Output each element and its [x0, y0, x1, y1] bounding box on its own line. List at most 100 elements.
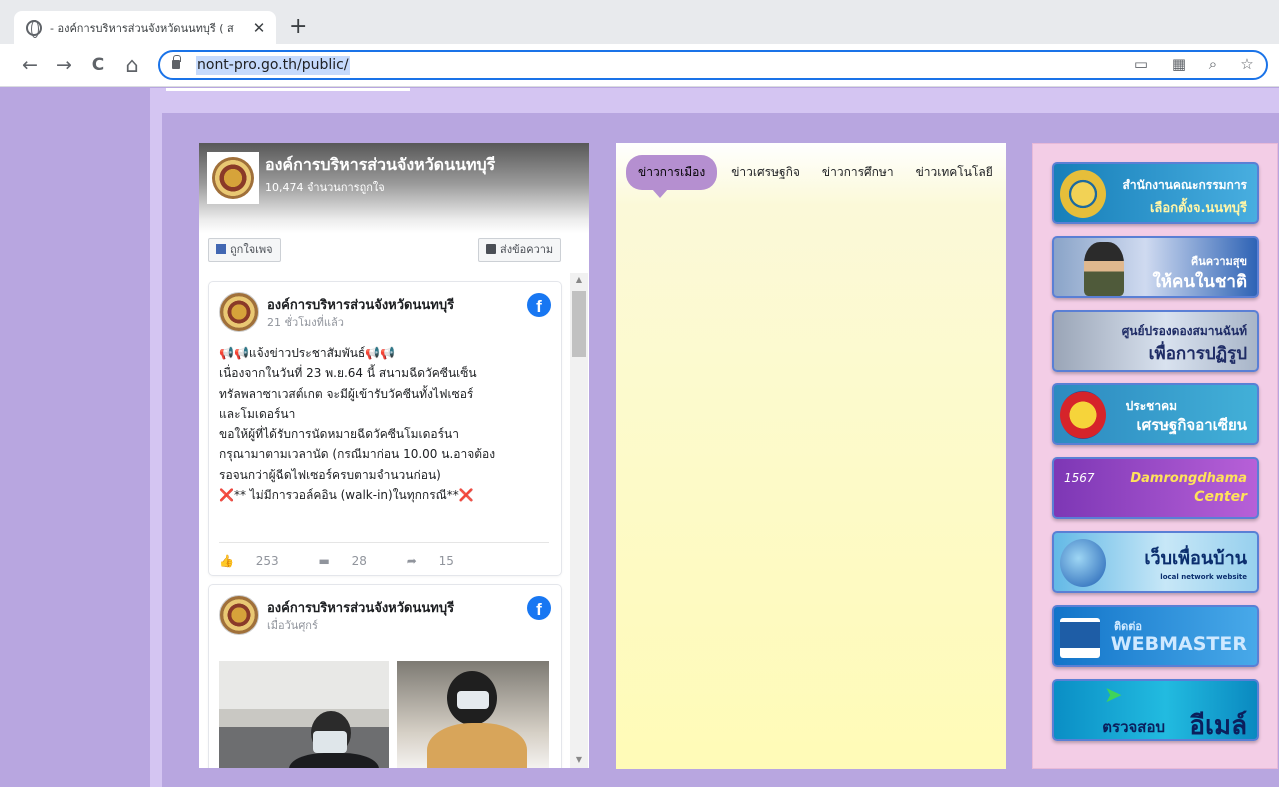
new-tab-button[interactable]: +	[289, 14, 307, 40]
reconciliation-center-banner[interactable]: ศูนย์ปรองดองสมานฉันท์ เพื่อการปฏิรูป	[1052, 310, 1259, 372]
election-commission-banner[interactable]: สำนักงานคณะกรรมการ เลือกตั้งจ.นนทบุรี	[1052, 162, 1259, 224]
like-page-button[interactable]: ถูกใจเพจ	[208, 238, 281, 262]
bookmark-star-icon[interactable]: ☆	[1236, 55, 1258, 73]
banner-line2: เพื่อการปฏิรูป	[1148, 344, 1247, 364]
browser-toolbar: ← → C ⌂ nont-pro.go.th/public/ ▭ ▦ ⌕ ☆	[0, 44, 1279, 87]
post-line: ขอให้ผู้ที่ได้รับการนัดหมายฉีดวัคซีนโมเด…	[219, 427, 459, 442]
send-message-button[interactable]: ส่งข้อความ	[478, 238, 562, 262]
zoom-icon[interactable]: ⌕	[1202, 55, 1224, 73]
browser-tab[interactable]: - องค์การบริหารส่วนจังหวัดนนทบุรี ( ส ✕	[14, 11, 276, 44]
post-line: ❌** ไม่มีการวอล์คอิน (walk-in)ในทุกกรณี*…	[219, 488, 474, 503]
home-button[interactable]: ⌂	[120, 53, 144, 77]
cast-icon[interactable]: ▭	[1130, 55, 1152, 73]
happiness-banner[interactable]: คืนความสุข ให้คนในชาติ	[1052, 236, 1259, 298]
post-line: 📢📢แจ้งข่าวประชาสัมพันธ์📢📢	[219, 346, 396, 360]
monitor-icon	[1060, 618, 1100, 658]
qr-code-icon[interactable]: ▦	[1168, 55, 1190, 73]
news-panel: ข่าวการเมือง ข่าวเศรษฐกิจ ข่าวการศึกษา ข…	[616, 143, 1006, 769]
scroll-up-icon[interactable]: ▲	[570, 275, 588, 284]
tab-technology[interactable]: ข่าวเทคโนโลยี	[916, 163, 993, 182]
fb-page-header[interactable]: องค์การบริหารส่วนจังหวัดนนทบุรี 10,474 จ…	[199, 143, 589, 233]
damrongdhama-center-banner[interactable]: 1567 Damrongdhama Center	[1052, 457, 1259, 519]
fb-page-name[interactable]: องค์การบริหารส่วนจังหวัดนนทบุรี	[265, 153, 495, 178]
url-text[interactable]: nont-pro.go.th/public/	[196, 56, 350, 75]
post-photo[interactable]	[397, 661, 549, 768]
comments-count[interactable]: ▬ 28	[319, 554, 385, 568]
fb-post[interactable]: องค์การบริหารส่วนจังหวัดนนทบุรี 21 ชั่วโ…	[209, 282, 561, 575]
banner-line1: สำนักงานคณะกรรมการ	[1122, 178, 1247, 192]
post-line: ทรัลพลาซาเวสต์เกต จะมีผู้เข้ารับวัคซีนทั…	[219, 386, 474, 401]
comment-icon: ▬	[318, 554, 334, 568]
globe-icon	[26, 19, 42, 38]
thumbs-up-icon: 👍	[219, 554, 238, 568]
facebook-icon[interactable]: f	[527, 596, 551, 620]
news-tabs: ข่าวการเมือง ข่าวเศรษฐกิจ ข่าวการศึกษา ข…	[626, 154, 1015, 198]
post-time[interactable]: เมื่อวันศุกร์	[267, 616, 318, 634]
close-tab-icon[interactable]: ✕	[250, 19, 268, 37]
share-icon: ➦	[406, 554, 421, 568]
post-author[interactable]: องค์การบริหารส่วนจังหวัดนนทบุรี	[267, 294, 454, 315]
contact-webmaster-banner[interactable]: ติดต่อ WEBMASTER	[1052, 605, 1259, 667]
banner-line2: เศรษฐกิจอาเซียน	[1136, 416, 1247, 434]
page-content: องค์การบริหารส่วนจังหวัดนนทบุรี 10,474 จ…	[0, 88, 1279, 787]
post-line: เนื่องจากในวันที่ 23 พ.ย.64 นี้ สนามฉีดว…	[219, 366, 477, 381]
banner-line1: ตรวจสอบ	[1102, 718, 1165, 736]
shares-count[interactable]: ➦ 15	[407, 554, 472, 568]
comments-value: 28	[351, 554, 367, 568]
banner-line2: local network website	[1160, 573, 1247, 581]
fb-scrollbar[interactable]: ▲ ▼	[570, 273, 588, 768]
post-line: รอจนกว่าผู้ฉีดไฟเซอร์ครบตามจำนวนก่อน)	[219, 467, 441, 482]
banner-line1: ศูนย์ปรองดองสมานฉันท์	[1121, 324, 1247, 338]
banner-line2: อีเมล์	[1189, 711, 1247, 741]
paper-plane-icon: ➤	[1104, 683, 1123, 708]
top-white-bar	[166, 88, 410, 91]
facebook-icon[interactable]: f	[527, 293, 551, 317]
tab-politics[interactable]: ข่าวการเมือง	[626, 154, 718, 198]
post-photo[interactable]	[219, 661, 389, 768]
lock-icon[interactable]	[172, 55, 181, 69]
garuda-emblem-icon	[1060, 170, 1106, 218]
post-time[interactable]: 21 ชั่วโมงที่แล้ว	[267, 313, 344, 331]
tab-title: - องค์การบริหารส่วนจังหวัดนนทบุรี ( ส	[50, 21, 234, 35]
address-bar[interactable]: nont-pro.go.th/public/ ▭ ▦ ⌕ ☆	[158, 50, 1268, 80]
back-button[interactable]: ←	[18, 53, 42, 77]
banner-line1: Damrongdhama	[1130, 471, 1247, 486]
tab-education[interactable]: ข่าวการศึกษา	[822, 163, 894, 182]
banner-column: สำนักงานคณะกรรมการ เลือกตั้งจ.นนทบุรี คื…	[1032, 143, 1278, 769]
seal-icon	[212, 157, 254, 199]
reload-button[interactable]: C	[86, 53, 110, 77]
scroll-down-icon[interactable]: ▼	[570, 755, 588, 764]
banner-line2: WEBMASTER	[1110, 633, 1247, 655]
shares-value: 15	[438, 554, 454, 568]
post-body: 📢📢แจ้งข่าวประชาสัมพันธ์📢📢 เนื่องจากในวัน…	[219, 343, 549, 505]
fb-page-likes: 10,474 จำนวนการถูกใจ	[265, 181, 385, 194]
check-email-banner[interactable]: ➤ ตรวจสอบ อีเมล์	[1052, 679, 1259, 741]
post-line: และโมเดอร์นา	[219, 406, 296, 421]
post-stats: 👍 253 ▬ 28 ➦ 15	[219, 542, 549, 568]
facebook-page-widget: องค์การบริหารส่วนจังหวัดนนทบุรี 10,474 จ…	[199, 143, 589, 768]
tab-economy[interactable]: ข่าวเศรษฐกิจ	[731, 163, 800, 182]
asean-community-banner[interactable]: ประชาคม เศรษฐกิจอาเซียน	[1052, 383, 1259, 445]
forward-button[interactable]: →	[52, 53, 76, 77]
like-page-label: ถูกใจเพจ	[230, 243, 273, 256]
banner-line2: ให้คนในชาติ	[1152, 272, 1247, 292]
globe-icon	[1060, 539, 1106, 587]
scrollbar-thumb[interactable]	[572, 291, 586, 357]
post-avatar[interactable]	[219, 292, 259, 332]
fb-post[interactable]: องค์การบริหารส่วนจังหวัดนนทบุรี เมื่อวัน…	[209, 585, 561, 768]
facebook-icon	[216, 244, 226, 254]
banner-line2: Center	[1194, 489, 1247, 505]
fb-page-logo[interactable]	[207, 152, 259, 204]
left-border-strip	[150, 88, 162, 787]
neighbor-websites-banner[interactable]: เว็บเพื่อนบ้าน local network website	[1052, 531, 1259, 593]
post-avatar[interactable]	[219, 595, 259, 635]
tab-strip: - องค์การบริหารส่วนจังหวัดนนทบุรี ( ส ✕ …	[0, 0, 1279, 44]
damrongdhama-badge: 1567	[1064, 471, 1095, 485]
asean-emblem-icon	[1060, 391, 1106, 439]
banner-line1: เว็บเพื่อนบ้าน	[1144, 548, 1247, 569]
post-line: กรุณามาตามเวลานัด (กรณีมาก่อน 10.00 น.อา…	[219, 447, 496, 462]
likes-count[interactable]: 👍 253	[219, 554, 297, 568]
message-icon	[486, 244, 496, 254]
likes-value: 253	[255, 554, 279, 568]
post-author[interactable]: องค์การบริหารส่วนจังหวัดนนทบุรี	[267, 597, 454, 618]
